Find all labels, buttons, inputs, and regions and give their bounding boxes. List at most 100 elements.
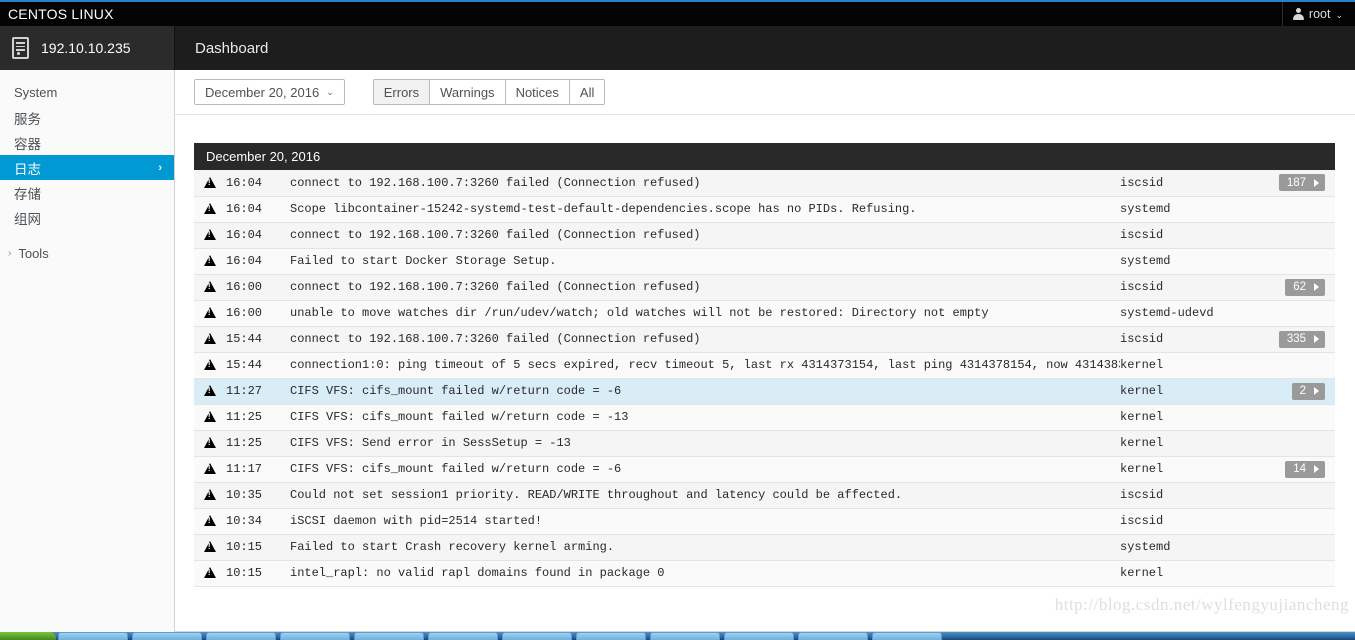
- host-header-bar: 192.10.10.235 Dashboard: [0, 26, 1355, 70]
- sidebar-item-system[interactable]: System: [0, 80, 174, 105]
- taskbar-item[interactable]: [724, 632, 794, 640]
- log-count-cell: [1265, 404, 1335, 431]
- log-time: 11:17: [226, 456, 278, 483]
- sidebar-top-spacer: [0, 70, 174, 80]
- taskbar-item[interactable]: [428, 632, 498, 640]
- log-row[interactable]: 11:25CIFS VFS: cifs_mount failed w/retur…: [194, 404, 1335, 431]
- taskbar-item[interactable]: [798, 632, 868, 640]
- taskbar-item[interactable]: [280, 632, 350, 640]
- warning-icon: [204, 229, 216, 241]
- log-row[interactable]: 11:17CIFS VFS: cifs_mount failed w/retur…: [194, 456, 1335, 483]
- taskbar-item[interactable]: [576, 632, 646, 640]
- triangle-right-icon: [1314, 283, 1319, 291]
- log-service: iscsid: [1120, 508, 1265, 535]
- log-row[interactable]: 10:15Failed to start Crash recovery kern…: [194, 534, 1335, 561]
- log-service: kernel: [1120, 352, 1265, 379]
- log-count-badge[interactable]: 335: [1278, 330, 1325, 348]
- date-picker-dropdown[interactable]: December 20, 2016 ⌄: [194, 79, 345, 105]
- log-row[interactable]: 10:15intel_rapl: no valid rapl domains f…: [194, 560, 1335, 587]
- user-menu[interactable]: root ⌄: [1281, 2, 1355, 26]
- log-row[interactable]: 16:04connect to 192.168.100.7:3260 faile…: [194, 170, 1335, 197]
- filter-all-button[interactable]: All: [569, 79, 606, 105]
- taskbar-item[interactable]: [502, 632, 572, 640]
- log-panel-date-header: December 20, 2016: [194, 143, 1335, 170]
- taskbar-item[interactable]: [354, 632, 424, 640]
- page-title: Dashboard: [195, 39, 269, 57]
- filter-errors-button[interactable]: Errors: [372, 79, 431, 105]
- log-row[interactable]: 16:04connect to 192.168.100.7:3260 faile…: [194, 222, 1335, 249]
- log-count-cell: [1265, 352, 1335, 379]
- sidebar-item-label: 存储: [14, 186, 41, 202]
- log-service: iscsid: [1120, 274, 1265, 301]
- filter-notices-button[interactable]: Notices: [505, 79, 570, 105]
- log-count-badge[interactable]: 187: [1278, 174, 1325, 192]
- log-severity-cell: [194, 222, 226, 249]
- filter-warnings-button[interactable]: Warnings: [430, 79, 506, 105]
- chevron-down-icon: ⌄: [326, 86, 334, 97]
- log-count-badge[interactable]: 14: [1285, 460, 1325, 478]
- log-row[interactable]: 15:44connection1:0: ping timeout of 5 se…: [194, 352, 1335, 379]
- log-count-cell: [1265, 248, 1335, 275]
- taskbar-item[interactable]: [132, 632, 202, 640]
- start-button[interactable]: [0, 632, 56, 640]
- sidebar-item-logs[interactable]: 日志 ›: [0, 155, 174, 180]
- main-content: December 20, 2016 ⌄ Errors Warnings Noti…: [175, 70, 1355, 632]
- sidebar-item-containers[interactable]: 容器: [0, 130, 174, 155]
- log-count-badge[interactable]: 2: [1291, 382, 1325, 400]
- log-message: connect to 192.168.100.7:3260 failed (Co…: [278, 274, 1120, 301]
- taskbar-item[interactable]: [58, 632, 128, 640]
- log-count-badge[interactable]: 62: [1285, 278, 1325, 296]
- log-message: CIFS VFS: cifs_mount failed w/return cod…: [278, 456, 1120, 483]
- log-message: iSCSI daemon with pid=2514 started!: [278, 508, 1120, 535]
- log-row[interactable]: 10:34iSCSI daemon with pid=2514 started!…: [194, 508, 1335, 535]
- warning-icon: [204, 203, 216, 215]
- log-panel: December 20, 2016 16:04connect to 192.16…: [194, 143, 1335, 587]
- log-count-cell: [1265, 430, 1335, 457]
- warning-icon: [204, 359, 216, 371]
- os-taskbar: [0, 632, 1355, 640]
- log-message: connect to 192.168.100.7:3260 failed (Co…: [278, 222, 1120, 249]
- log-row[interactable]: 15:44connect to 192.168.100.7:3260 faile…: [194, 326, 1335, 353]
- triangle-right-icon: [1314, 465, 1319, 473]
- log-row[interactable]: 16:04Scope libcontainer-15242-systemd-te…: [194, 196, 1335, 223]
- log-time: 16:04: [226, 248, 278, 275]
- log-row[interactable]: 11:25CIFS VFS: Send error in SessSetup =…: [194, 430, 1335, 457]
- log-count-value: 187: [1286, 176, 1306, 189]
- log-time: 10:34: [226, 508, 278, 535]
- log-severity-cell: [194, 248, 226, 275]
- server-icon: [12, 37, 29, 59]
- taskbar-item[interactable]: [206, 632, 276, 640]
- log-severity-cell: [194, 534, 226, 561]
- log-message: connect to 192.168.100.7:3260 failed (Co…: [278, 170, 1120, 197]
- taskbar-item[interactable]: [650, 632, 720, 640]
- log-severity-cell: [194, 274, 226, 301]
- warning-icon: [204, 567, 216, 579]
- log-message: Failed to start Crash recovery kernel ar…: [278, 534, 1120, 561]
- log-time: 10:35: [226, 482, 278, 509]
- sidebar-group-tools[interactable]: › Tools: [0, 241, 174, 266]
- log-row[interactable]: 16:00connect to 192.168.100.7:3260 faile…: [194, 274, 1335, 301]
- taskbar-item[interactable]: [872, 632, 942, 640]
- host-selector[interactable]: 192.10.10.235: [0, 26, 175, 70]
- log-service: iscsid: [1120, 482, 1265, 509]
- person-icon: [1292, 8, 1304, 20]
- log-row[interactable]: 11:27CIFS VFS: cifs_mount failed w/retur…: [194, 378, 1335, 405]
- triangle-right-icon: [1314, 335, 1319, 343]
- log-row[interactable]: 10:35Could not set session1 priority. RE…: [194, 482, 1335, 509]
- log-table-body: 16:04connect to 192.168.100.7:3260 faile…: [194, 170, 1335, 587]
- warning-icon: [204, 177, 216, 189]
- log-service: iscsid: [1120, 326, 1265, 353]
- log-row[interactable]: 16:00unable to move watches dir /run/ude…: [194, 300, 1335, 327]
- log-row[interactable]: 16:04Failed to start Docker Storage Setu…: [194, 248, 1335, 275]
- log-count-cell: 2: [1265, 378, 1335, 405]
- log-severity-cell: [194, 508, 226, 535]
- chevron-down-icon: ⌄: [1335, 9, 1343, 20]
- sidebar-item-storage[interactable]: 存储: [0, 180, 174, 205]
- log-severity-cell: [194, 196, 226, 223]
- log-count-cell: [1265, 534, 1335, 561]
- log-severity-cell: [194, 404, 226, 431]
- sidebar-item-label: 组网: [14, 211, 41, 227]
- sidebar-item-services[interactable]: 服务: [0, 105, 174, 130]
- sidebar-item-networking[interactable]: 组网: [0, 205, 174, 230]
- sidebar-item-label: 容器: [14, 136, 41, 152]
